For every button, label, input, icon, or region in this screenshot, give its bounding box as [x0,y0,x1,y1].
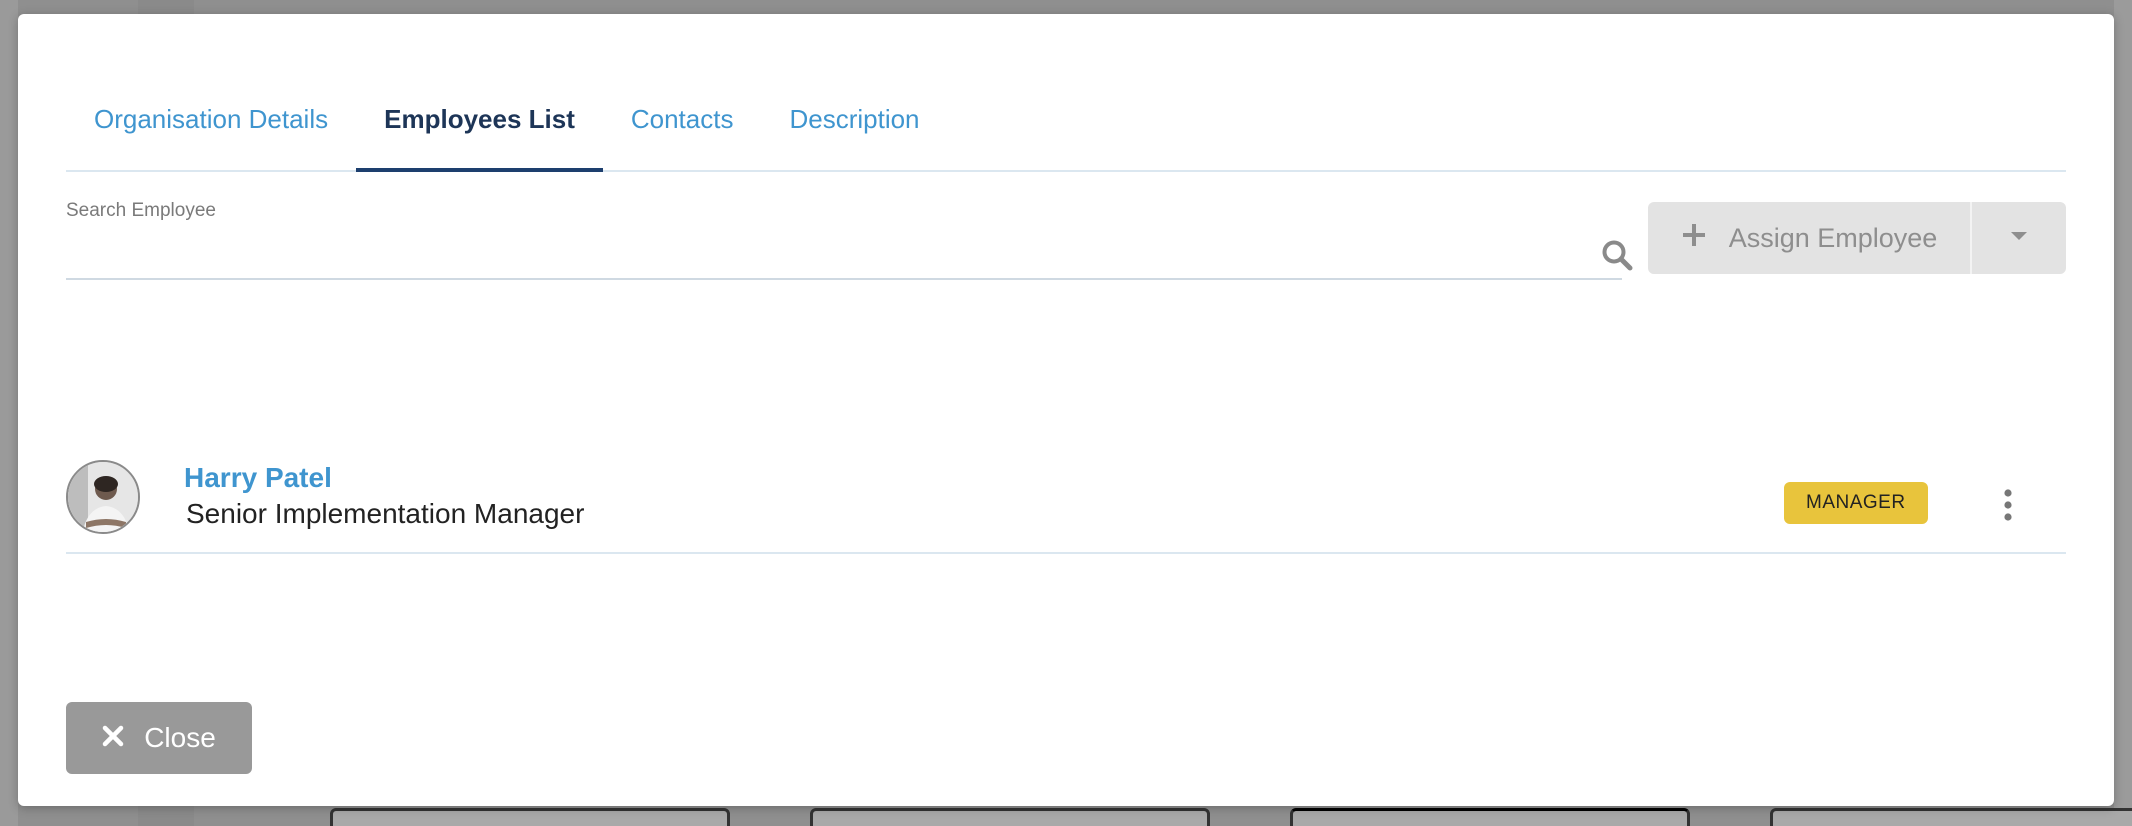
tab-contacts[interactable]: Contacts [603,74,762,170]
more-options-icon[interactable] [1998,488,2018,522]
background-card [1770,808,2132,826]
background-card [1290,808,1690,826]
background-card [330,808,730,826]
tab-employees-list[interactable]: Employees List [356,74,603,172]
background-page-right [2114,0,2132,826]
assign-employee-button[interactable]: Assign Employee [1648,202,1970,274]
search-label: Search Employee [66,200,216,221]
assign-dropdown-toggle[interactable] [1970,202,2066,274]
avatar [66,460,140,534]
tab-bar: Organisation Details Employees List Cont… [66,74,2066,172]
role-badge: MANAGER [1784,482,1928,524]
close-label: Close [144,722,216,753]
employee-row: Harry Patel Senior Implementation Manage… [66,446,2066,554]
search-input[interactable] [66,230,1622,280]
employee-job-title: Senior Implementation Manager [186,498,585,529]
tab-organisation-details[interactable]: Organisation Details [66,74,356,170]
assign-employee-label: Assign Employee [1728,222,1938,253]
search-icon[interactable] [1600,238,1634,272]
assign-employee-group: Assign Employee [1648,202,2066,274]
employee-name-link[interactable]: Harry Patel [184,462,332,494]
close-button[interactable]: Close [66,702,252,774]
plus-icon [1681,222,1707,255]
employees-modal: Organisation Details Employees List Cont… [18,14,2114,806]
background-card [810,808,1210,826]
background-page [0,0,18,826]
tab-description[interactable]: Description [761,74,947,170]
close-icon [102,722,124,754]
caret-down-icon [2009,229,2029,247]
